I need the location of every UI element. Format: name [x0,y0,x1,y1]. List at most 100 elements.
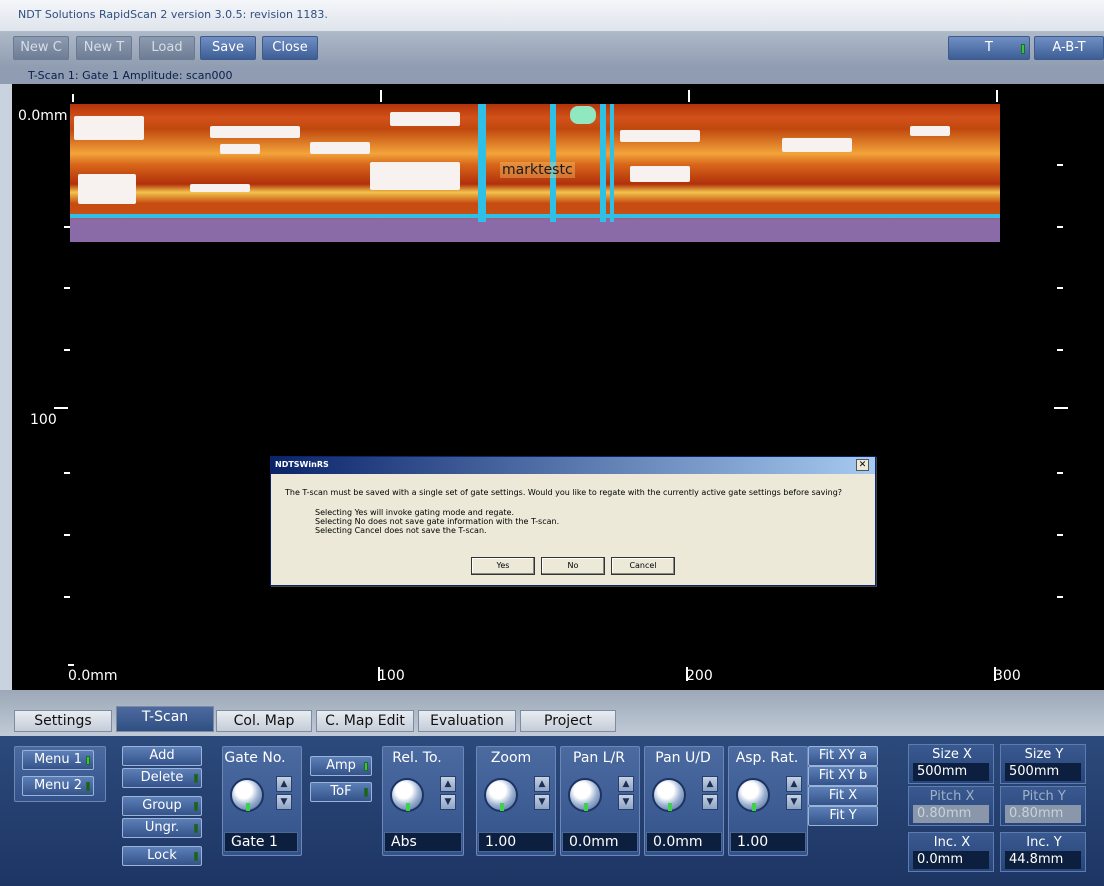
ungroup-led-icon [194,824,198,833]
y-axis-label-mid: 100 [30,412,57,428]
load-button[interactable]: Load [139,36,195,60]
tab-bar: Settings T-Scan Col. Map C. Map Edit Eva… [0,690,1104,738]
x-tick-bottom [686,667,688,681]
t-scan-view[interactable]: 0.0mm 100 0.0mm 100 200 300 marktestc ND… [12,84,1104,690]
y-tick-right [1054,407,1068,409]
inc-x-box[interactable]: Inc. X 0.0mm [908,832,994,872]
add-button[interactable]: Add [122,746,202,766]
tab-project[interactable]: Project [520,710,616,732]
pitch-x-box: Pitch X 0.80mm [908,786,994,826]
size-x-box[interactable]: Size X 500mm [908,744,994,784]
menu-1-led-icon [86,756,90,765]
rel-to-down-icon[interactable]: ▼ [440,794,456,810]
scan-marker-label[interactable]: marktestc [500,162,575,178]
y-tick-right [1057,164,1063,166]
zoom-value: 1.00 [478,832,554,852]
pitch-x-value: 0.80mm [913,805,989,823]
rel-to-up-icon[interactable]: ▲ [440,776,456,792]
x-axis-label-100: 100 [378,668,405,684]
pan-ud-up-icon[interactable]: ▲ [702,776,718,792]
asp-rat-knob-icon[interactable] [736,778,770,812]
pan-ud-down-icon[interactable]: ▼ [702,794,718,810]
tab-col-map[interactable]: Col. Map [216,710,312,732]
scan-cyan-band [70,214,1000,218]
inc-y-value: 44.8mm [1005,851,1081,869]
y-axis-label-top: 0.0mm [18,108,68,124]
tab-evaluation[interactable]: Evaluation [418,710,516,732]
scan-blob [370,162,460,190]
zoom-knob-icon[interactable] [484,778,518,812]
fit-xy-b-button[interactable]: Fit XY b [808,766,878,786]
y-tick [64,534,70,536]
tof-led-icon [364,788,368,797]
amp-button[interactable]: Amp [310,756,372,776]
pan-lr-label: Pan L/R [573,750,625,766]
menu-1-button[interactable]: Menu 1 [22,750,94,770]
pan-lr-knob-icon[interactable] [568,778,602,812]
y-tick-right [1057,534,1063,536]
pitch-y-box: Pitch Y 0.80mm [1000,786,1086,826]
ungroup-label: Ungr. [144,820,180,835]
new-c-button[interactable]: New C [13,36,69,60]
gate-no-up-icon[interactable]: ▲ [276,776,292,792]
lock-button[interactable]: Lock [122,846,202,866]
group-button[interactable]: Group [122,796,202,816]
fit-xy-a-button[interactable]: Fit XY a [808,746,878,766]
gate-no-knob-icon[interactable] [230,778,264,812]
menu-2-button[interactable]: Menu 2 [22,776,94,796]
fit-y-button[interactable]: Fit Y [808,806,878,826]
inc-x-label: Inc. X [933,835,971,850]
pan-lr-down-icon[interactable]: ▼ [618,794,634,810]
tab-settings[interactable]: Settings [14,710,112,732]
group-led-icon [194,802,198,811]
asp-rat-up-icon[interactable]: ▲ [786,776,802,792]
pan-lr-up-icon[interactable]: ▲ [618,776,634,792]
y-tick-right [1057,349,1063,351]
scan-blob [78,174,136,204]
window-title: NDT Solutions RapidScan 2 version 3.0.5:… [18,8,328,21]
pitch-x-label: Pitch X [929,789,975,804]
gate-no-down-icon[interactable]: ▼ [276,794,292,810]
scan-cyan-band [610,104,614,222]
scan-cyan-band [600,104,606,222]
zoom-down-icon[interactable]: ▼ [534,794,550,810]
asp-rat-down-icon[interactable]: ▼ [786,794,802,810]
x-tick-bottom [378,667,380,681]
scan-blob [782,138,852,152]
tof-button[interactable]: ToF [310,782,372,802]
y-tick [64,472,70,474]
no-button[interactable]: No [541,557,605,575]
size-y-box[interactable]: Size Y 500mm [1000,744,1086,784]
x-tick-bottom [68,664,74,666]
t-view-led-icon [1021,44,1025,54]
zoom-up-icon[interactable]: ▲ [534,776,550,792]
inc-y-box[interactable]: Inc. Y 44.8mm [1000,832,1086,872]
new-t-button[interactable]: New T [76,36,132,60]
inc-y-label: Inc. Y [1026,835,1062,850]
ungroup-button[interactable]: Ungr. [122,818,202,838]
regate-dialog: NDTSWinRS ✕ The T-scan must be saved wit… [270,456,876,586]
x-axis-label-0: 0.0mm [68,668,118,684]
size-x-value: 500mm [913,763,989,781]
pan-ud-label: Pan U/D [655,750,711,766]
x-axis-label-200: 200 [686,668,713,684]
tab-t-scan[interactable]: T-Scan [116,706,214,732]
scan-image[interactable]: marktestc [70,104,1000,242]
scan-caption: T-Scan 1: Gate 1 Amplitude: scan000 [28,69,233,82]
pan-ud-knob-icon[interactable] [652,778,686,812]
amp-led-icon [364,762,368,771]
tab-c-map-edit[interactable]: C. Map Edit [316,710,414,732]
rel-to-knob-icon[interactable] [390,778,424,812]
save-button[interactable]: Save [200,36,256,60]
tof-label: ToF [330,784,352,799]
yes-button[interactable]: Yes [471,557,535,575]
fit-x-button[interactable]: Fit X [808,786,878,806]
cancel-button[interactable]: Cancel [611,557,675,575]
close-button[interactable]: Close [262,36,318,60]
t-view-button[interactable]: T [948,36,1030,60]
delete-button[interactable]: Delete [122,768,202,788]
x-tick-top [996,90,998,102]
pitch-y-label: Pitch Y [1022,789,1066,804]
abt-view-button[interactable]: A-B-T [1034,36,1104,60]
dialog-close-icon[interactable]: ✕ [856,459,869,471]
